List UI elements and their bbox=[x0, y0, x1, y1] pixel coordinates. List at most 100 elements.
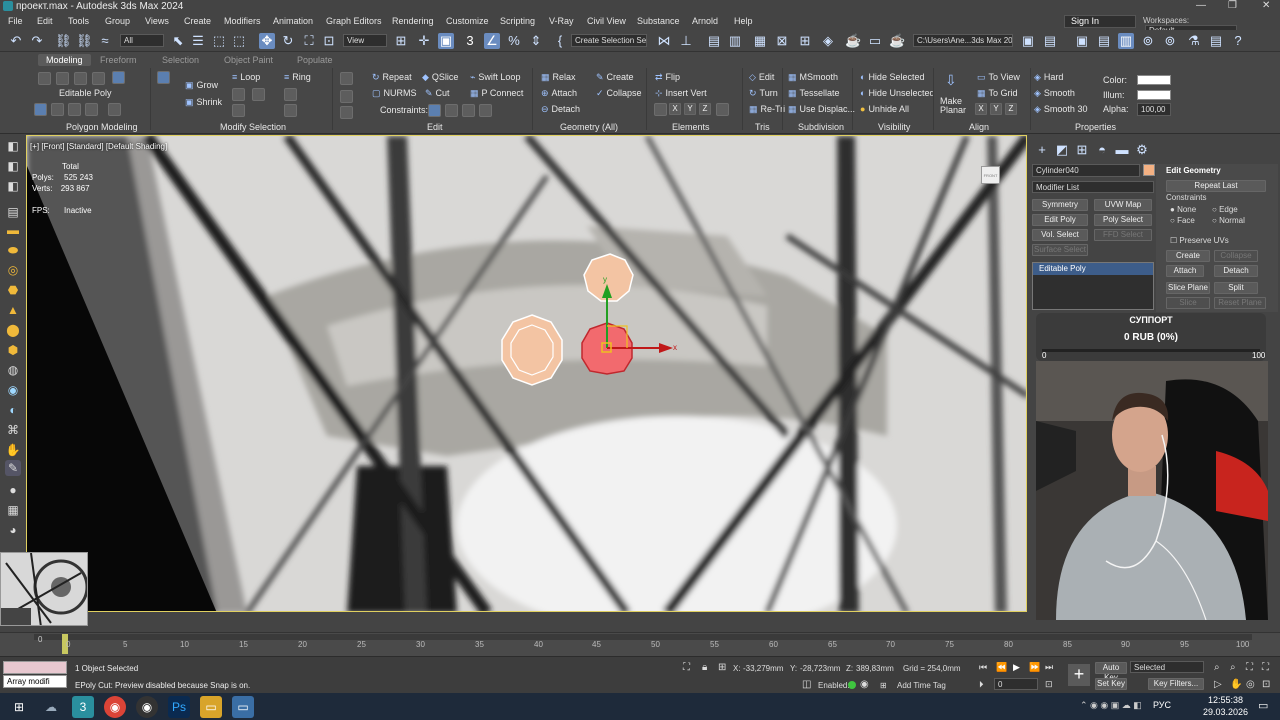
snaps-toggle-icon[interactable]: 3 bbox=[462, 33, 478, 49]
edge-mode-icon[interactable] bbox=[56, 72, 69, 85]
zoom-icon[interactable]: ⌕ bbox=[1214, 662, 1220, 673]
nurms-button[interactable]: ▢ NURMS bbox=[372, 88, 417, 99]
hide-unselected-button[interactable]: ◐ Hide Unselected bbox=[860, 88, 934, 98]
vol-select-button[interactable]: Vol. Select bbox=[1032, 229, 1088, 241]
material-editor-icon[interactable]: ◈ bbox=[820, 33, 836, 49]
border-mode-icon[interactable] bbox=[74, 72, 87, 85]
schematic-view-icon[interactable]: ⊞ bbox=[797, 33, 813, 49]
uvw-map-button[interactable]: UVW Map bbox=[1094, 199, 1152, 211]
poly-tool-2-icon[interactable] bbox=[51, 103, 64, 116]
surface-select-button[interactable]: Surface Select bbox=[1032, 244, 1088, 256]
constraint-none-radio[interactable]: ● None bbox=[1170, 205, 1196, 214]
menu-rendering[interactable]: Rendering bbox=[392, 16, 434, 26]
slice-plane-button[interactable]: Slice Plane bbox=[1166, 282, 1210, 294]
elements-settings-icon[interactable] bbox=[716, 103, 729, 116]
zoom-all-icon[interactable]: ⌕ bbox=[1230, 662, 1236, 673]
hierarchy-panel-icon[interactable]: ⊞ bbox=[1074, 142, 1090, 158]
pan-icon[interactable]: ✋ bbox=[1230, 679, 1242, 690]
element-mode-icon[interactable] bbox=[112, 71, 125, 84]
timeline[interactable]: 0 0 5 10 15 20 25 30 35 40 45 50 55 60 6… bbox=[0, 632, 1280, 656]
minimize-button[interactable]: — bbox=[1196, 0, 1206, 11]
menu-vray[interactable]: V-Ray bbox=[549, 16, 574, 26]
elements-z-button[interactable]: Z bbox=[699, 103, 711, 115]
sidebar-tool-13-icon[interactable]: ◉ bbox=[5, 382, 21, 398]
remote-app-icon[interactable]: ▭ bbox=[232, 696, 254, 718]
percent-snap-icon[interactable]: % bbox=[506, 33, 522, 49]
placement-icon[interactable]: ⊡ bbox=[321, 33, 337, 49]
select-object-icon[interactable]: ⬉ bbox=[170, 33, 186, 49]
viewport-label[interactable]: [+] [Front] [Standard] [Default Shading] bbox=[30, 142, 167, 151]
edit-mode-1-icon[interactable] bbox=[340, 72, 353, 85]
goto-end-icon[interactable]: ⏭ bbox=[1045, 662, 1053, 673]
utilities-panel-icon[interactable]: ⚙ bbox=[1134, 142, 1150, 158]
goto-start-icon[interactable]: ⏮ bbox=[979, 662, 987, 673]
curve-editor-icon[interactable]: ⊠ bbox=[774, 33, 790, 49]
loop-shrink-icon[interactable] bbox=[252, 88, 265, 101]
retri-button[interactable]: ▦ Re-Tri bbox=[749, 104, 785, 115]
view-cube[interactable]: FRONT bbox=[981, 166, 1000, 184]
link-icon[interactable]: ⛓ bbox=[55, 33, 72, 49]
sidebar-tool-12-icon[interactable]: ◍ bbox=[5, 362, 21, 378]
toggle-ribbon-icon[interactable]: ▦ bbox=[752, 33, 768, 49]
maxscript-mini-listener-top[interactable] bbox=[3, 661, 67, 674]
menu-tools[interactable]: Tools bbox=[68, 16, 89, 26]
poly-tool-5-icon[interactable] bbox=[108, 103, 121, 116]
group-edit[interactable]: Edit bbox=[427, 122, 443, 132]
rendered-frame-icon[interactable]: ▭ bbox=[867, 33, 883, 49]
x-coord[interactable]: -33,279mm bbox=[743, 664, 783, 673]
render-icon[interactable]: ☕ bbox=[889, 33, 905, 49]
menu-group[interactable]: Group bbox=[105, 16, 130, 26]
angle-snap-icon[interactable]: ∠ bbox=[484, 33, 500, 49]
sidebar-tool-11-icon[interactable]: ⬢ bbox=[5, 342, 21, 358]
use-displace-button[interactable]: ▦ Use Displac... bbox=[788, 104, 855, 115]
menu-modifiers[interactable]: Modifiers bbox=[224, 16, 261, 26]
preserve-uvs-checkbox[interactable]: ☐ Preserve UVs bbox=[1170, 236, 1229, 245]
constraint-edge-icon[interactable] bbox=[445, 104, 458, 117]
elements-y-button[interactable]: Y bbox=[684, 103, 696, 115]
motion-panel-icon[interactable]: ◓ bbox=[1094, 142, 1110, 158]
constraint-none-icon[interactable] bbox=[428, 104, 441, 117]
sidebar-tool-18-icon[interactable]: ● bbox=[5, 482, 21, 498]
add-time-tag-button[interactable]: Add Time Tag bbox=[897, 681, 946, 690]
toolbar-tool-c-icon[interactable]: ▥ bbox=[1118, 33, 1134, 49]
project-folder-icon[interactable]: ▣ bbox=[1020, 33, 1036, 49]
create-panel-icon[interactable]: + bbox=[1034, 142, 1050, 158]
sidebar-tool-4-icon[interactable]: ▤ bbox=[5, 204, 21, 220]
constraint-edge-radio[interactable]: ○ Edge bbox=[1212, 205, 1238, 214]
sidebar-tool-16-icon[interactable]: ✋ bbox=[5, 442, 21, 458]
sidebar-tool-17-icon[interactable]: ✎ bbox=[5, 460, 21, 476]
edit-poly-button[interactable]: Edit Poly bbox=[1032, 214, 1088, 226]
tab-modeling[interactable]: Modeling bbox=[38, 54, 91, 66]
loop-button[interactable]: ≡ Loop bbox=[232, 72, 260, 82]
ring-mode-icon[interactable] bbox=[284, 104, 297, 117]
edit-named-selection-icon[interactable]: { bbox=[552, 33, 568, 49]
undo-icon[interactable]: ↶ bbox=[8, 33, 24, 49]
poly-tool-3-icon[interactable] bbox=[68, 103, 81, 116]
prev-frame-icon[interactable]: ⏪ bbox=[996, 662, 1007, 673]
relax-button[interactable]: ▦ Relax bbox=[541, 72, 576, 83]
hide-selected-button[interactable]: ◐ Hide Selected bbox=[860, 72, 924, 82]
color-swatch[interactable] bbox=[1137, 75, 1171, 85]
detach-button[interactable]: ⊖ Detach bbox=[541, 104, 580, 115]
sidebar-tool-6-icon[interactable]: ⬬ bbox=[5, 242, 21, 258]
enabled-indicator[interactable] bbox=[848, 681, 856, 689]
sidebar-tool-15-icon[interactable]: ⌘ bbox=[5, 422, 21, 438]
notifications-icon[interactable]: ▭ bbox=[1258, 699, 1268, 712]
current-frame-field[interactable]: 0 bbox=[994, 678, 1038, 690]
sidebar-tool-5-icon[interactable]: ▬ bbox=[5, 222, 21, 238]
scene-explorer-icon[interactable]: ▤ bbox=[706, 33, 722, 49]
window-crossing-icon[interactable]: ⬚ bbox=[231, 33, 247, 49]
help-icon[interactable]: ? bbox=[1230, 33, 1246, 49]
group-subdivision[interactable]: Subdivision bbox=[798, 122, 844, 132]
flip-button[interactable]: ⇄ Flip bbox=[655, 72, 680, 83]
keyboard-shortcut-override-icon[interactable]: ▣ bbox=[438, 33, 454, 49]
pivot-center-icon[interactable]: ⊞ bbox=[393, 33, 409, 49]
msmooth-button[interactable]: ▦ MSmooth bbox=[788, 72, 838, 83]
sidebar-tool-14-icon[interactable]: ◐ bbox=[5, 402, 21, 418]
grow-button[interactable]: ▣ Grow bbox=[185, 80, 218, 91]
maxscript-mini-listener-bottom[interactable]: Array modifi bbox=[3, 675, 67, 688]
toolbar-tool-a-icon[interactable]: ▣ bbox=[1074, 33, 1090, 49]
time-tag-icon-2[interactable]: ⊞ bbox=[880, 681, 887, 690]
clock-date[interactable]: 29.03.2026 bbox=[1203, 707, 1248, 717]
attach-button[interactable]: ⊕ Attach bbox=[541, 88, 577, 99]
